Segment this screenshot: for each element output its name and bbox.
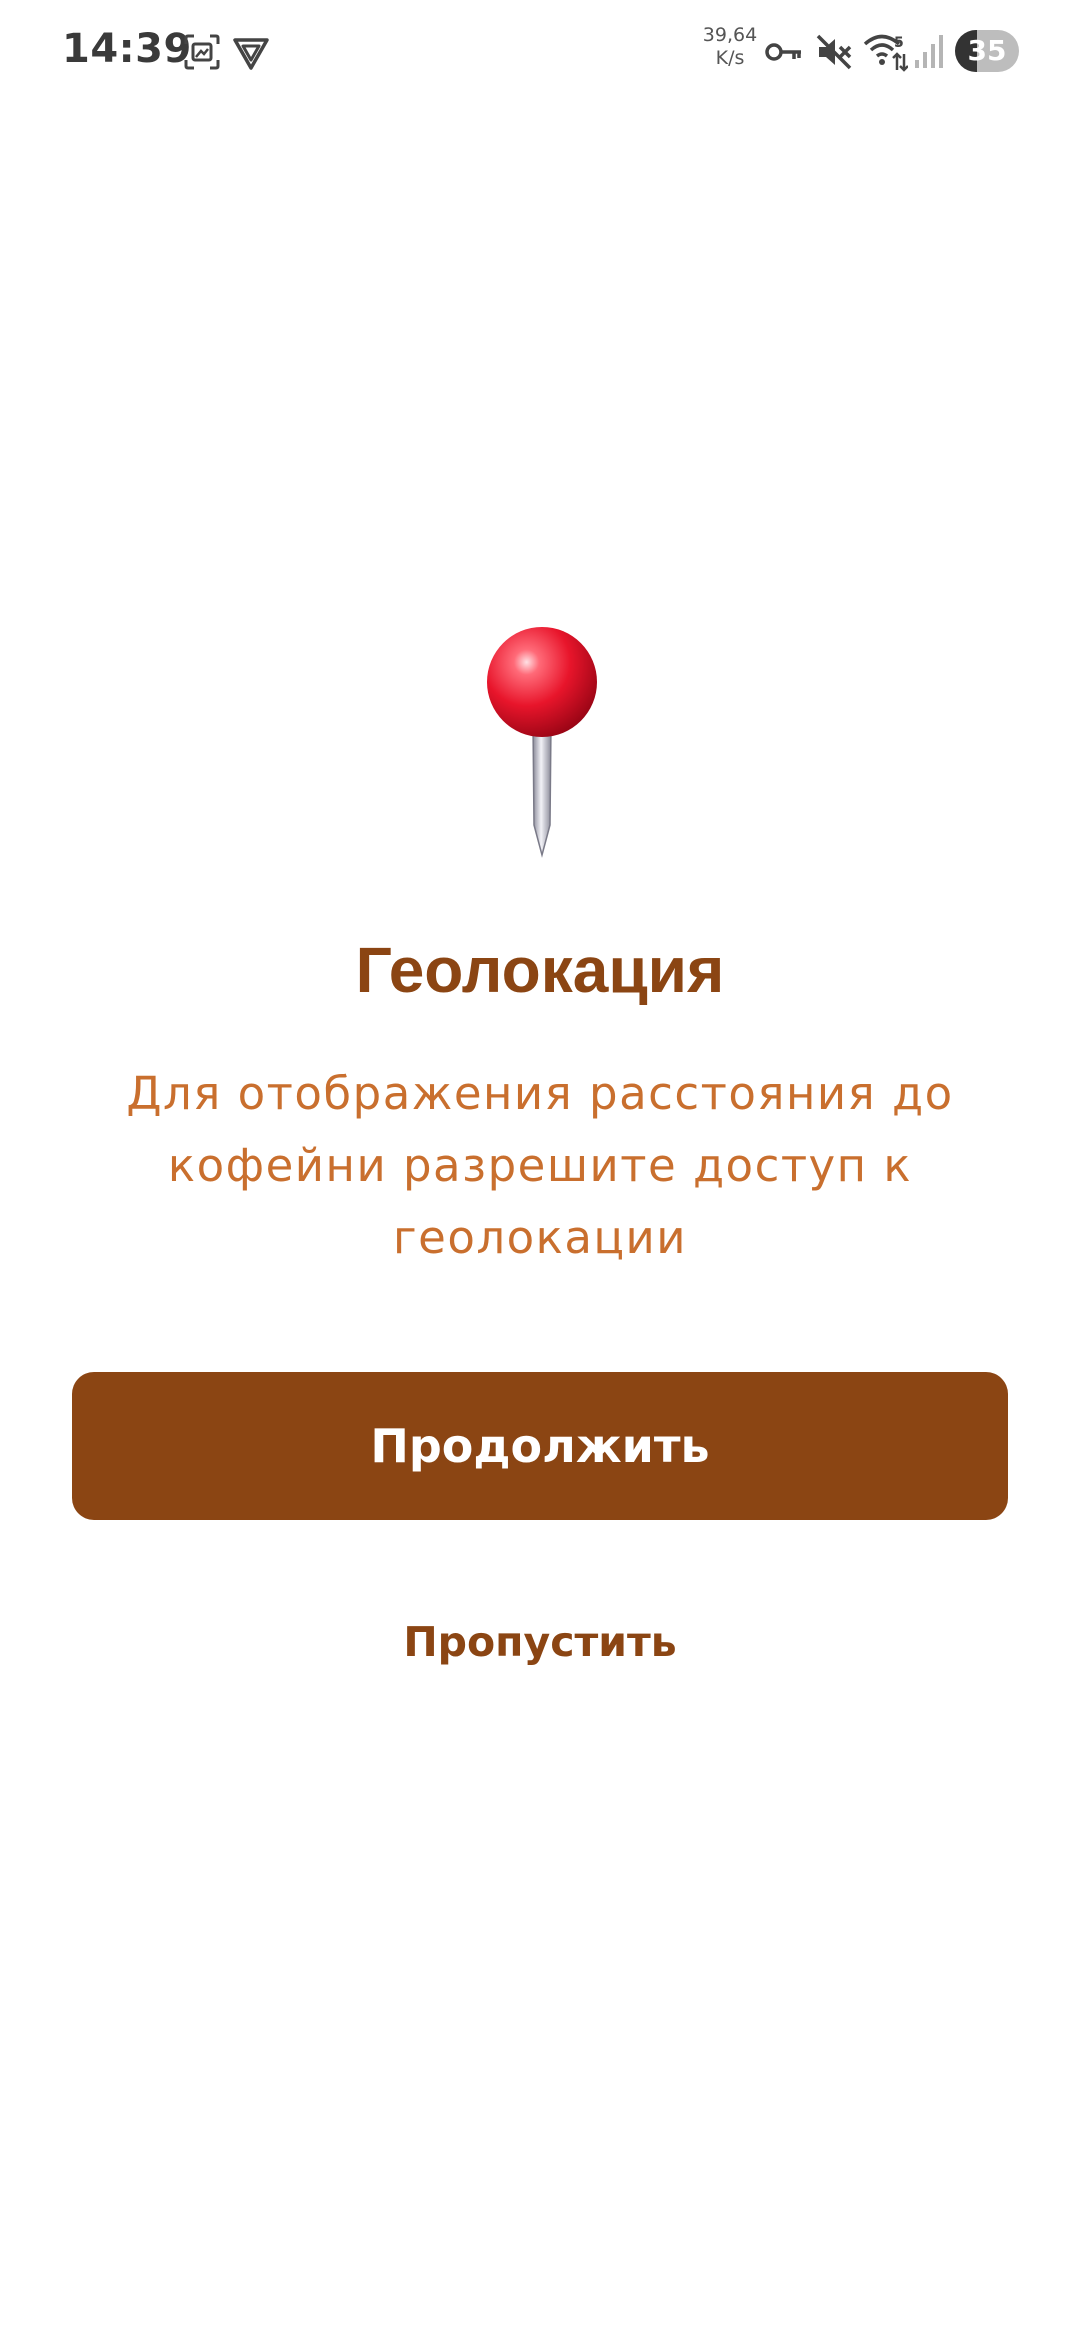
vpn-app-icon	[233, 38, 269, 70]
battery-indicator: 35	[955, 30, 1019, 72]
status-bar: 14:39 39,64 K/s 5 35	[0, 0, 1080, 110]
network-speed-unit: K/s	[715, 47, 745, 69]
continue-button[interactable]: Продолжить	[72, 1372, 1008, 1520]
network-speed: 39,64 K/s	[694, 24, 766, 70]
location-description: Для отображения расстояния до кофейни ра…	[126, 1067, 954, 1264]
battery-level: 35	[967, 34, 1007, 67]
key-icon	[765, 43, 801, 61]
skip-button[interactable]: Пропустить	[340, 1604, 740, 1680]
round-pushpin-icon	[487, 627, 597, 858]
signal-icon	[915, 35, 943, 68]
page-title: Геолокация	[355, 934, 725, 1006]
mute-icon	[816, 34, 852, 70]
status-time: 14:39	[62, 26, 192, 72]
screenshot-icon	[184, 34, 220, 70]
svg-text:5: 5	[894, 35, 904, 51]
network-speed-value: 39,64	[702, 24, 758, 46]
wifi-icon: 5	[863, 34, 908, 72]
